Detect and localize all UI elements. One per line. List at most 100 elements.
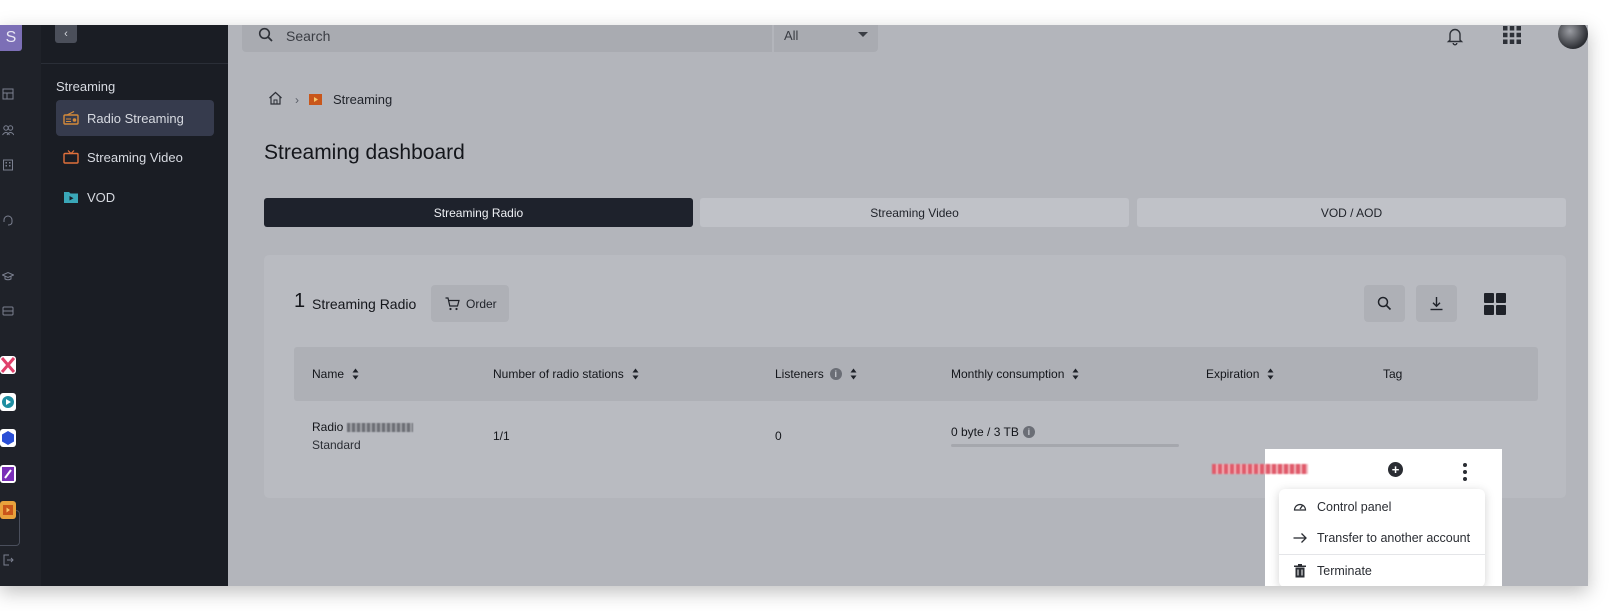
- consumption-progress-bar: [951, 444, 1179, 447]
- search-input[interactable]: Search: [242, 25, 772, 52]
- add-tag-button[interactable]: +: [1388, 462, 1403, 477]
- vod-icon: [63, 190, 79, 204]
- column-label: Listeners: [775, 367, 824, 381]
- menu-item-control-panel[interactable]: Control panel: [1279, 491, 1485, 523]
- cart-icon: [445, 296, 460, 311]
- search-scope-select[interactable]: All: [774, 25, 878, 52]
- top-bar: Search All: [228, 25, 1588, 63]
- redacted-expiration-date: [1212, 464, 1308, 474]
- streaming-icon: [309, 94, 322, 105]
- app-shortcut-blue-icon[interactable]: [0, 429, 16, 447]
- logout-icon[interactable]: [2, 554, 14, 566]
- home-icon[interactable]: [268, 91, 283, 108]
- sidebar-section-title: Streaming: [56, 79, 116, 94]
- menu-item-label: Terminate: [1317, 564, 1372, 578]
- column-expiration[interactable]: Expiration: [1206, 367, 1274, 381]
- server-icon[interactable]: [2, 305, 14, 317]
- search-icon: [1377, 296, 1392, 311]
- menu-item-transfer[interactable]: Transfer to another account: [1279, 522, 1485, 554]
- tv-icon: [63, 150, 79, 164]
- column-label: Name: [312, 367, 345, 381]
- column-name[interactable]: Name: [312, 367, 359, 381]
- export-button[interactable]: [1416, 285, 1457, 322]
- column-listeners[interactable]: Listeners i: [775, 367, 857, 381]
- search-icon: [258, 27, 274, 43]
- grid-view-icon[interactable]: [1484, 293, 1506, 315]
- sidebar-item-vod[interactable]: VOD: [56, 179, 214, 215]
- tab-streaming-radio[interactable]: Streaming Radio: [264, 198, 693, 227]
- graduation-icon[interactable]: [1, 270, 15, 282]
- tab-streaming-video[interactable]: Streaming Video: [700, 198, 1129, 227]
- column-label: Number of radio stations: [493, 367, 624, 381]
- info-icon[interactable]: i: [1022, 426, 1035, 438]
- service-name: Radio: [312, 420, 344, 434]
- tab-vod-aod[interactable]: VOD / AOD: [1137, 198, 1566, 227]
- sidebar-item-label: VOD: [87, 189, 116, 205]
- row-plan: Standard: [312, 438, 361, 452]
- info-icon[interactable]: i: [829, 368, 842, 380]
- app-logo[interactable]: S: [0, 25, 22, 51]
- column-consumption[interactable]: Monthly consumption: [951, 367, 1079, 381]
- order-label: Order: [466, 296, 497, 311]
- sort-icon: [850, 368, 857, 380]
- column-label: Monthly consumption: [951, 367, 1065, 381]
- search-placeholder: Search: [286, 28, 331, 44]
- sort-icon: [632, 368, 639, 380]
- caret-down-icon: [858, 32, 868, 37]
- menu-item-label: Control panel: [1317, 500, 1392, 514]
- sort-icon: [352, 368, 359, 380]
- redacted-name: [347, 423, 414, 433]
- sidebar: ‹ Streaming Radio Streaming Streaming Vi…: [41, 25, 228, 586]
- row-stations: 1/1: [493, 429, 510, 443]
- app-shortcut-purple-icon[interactable]: [0, 465, 16, 483]
- download-icon: [1430, 297, 1443, 311]
- dashboard-icon[interactable]: [2, 88, 14, 100]
- chevron-left-icon: ‹: [64, 28, 68, 40]
- card-title: Streaming Radio: [312, 296, 417, 312]
- column-tag: Tag: [1383, 367, 1402, 381]
- sort-icon: [1072, 368, 1079, 380]
- column-stations[interactable]: Number of radio stations: [493, 367, 639, 381]
- app-shortcut-teal-icon[interactable]: [0, 393, 16, 411]
- users-icon[interactable]: [2, 124, 15, 136]
- row-listeners: 0: [775, 429, 782, 443]
- avatar[interactable]: [1558, 25, 1588, 49]
- chevron-right-icon: ›: [295, 92, 299, 107]
- sidebar-divider: [41, 63, 228, 64]
- sidebar-item-label: Radio Streaming: [87, 110, 184, 126]
- page-title: Streaming dashboard: [264, 141, 465, 164]
- service-count: 1: [294, 290, 306, 312]
- scope-value: All: [784, 28, 799, 43]
- table-search-button[interactable]: [1364, 285, 1405, 322]
- support-icon[interactable]: [2, 214, 14, 226]
- row-name[interactable]: Radio: [312, 420, 414, 434]
- more-actions-icon[interactable]: [1462, 463, 1468, 483]
- row-context-menu: Control panel Transfer to another accoun…: [1279, 489, 1485, 586]
- sort-icon: [1267, 368, 1274, 380]
- column-label: Tag: [1383, 367, 1403, 381]
- collapse-sidebar-button[interactable]: ‹: [55, 25, 77, 43]
- consumption-value: 0 byte / 3 TB: [951, 425, 1019, 439]
- sidebar-item-label: Streaming Video: [87, 149, 183, 165]
- radio-icon: [63, 110, 79, 125]
- sidebar-item-streaming-video[interactable]: Streaming Video: [56, 139, 214, 175]
- menu-item-terminate[interactable]: Terminate: [1279, 555, 1485, 586]
- column-label: Expiration: [1206, 367, 1260, 381]
- apps-grid-icon[interactable]: [1503, 26, 1521, 44]
- app-shortcut-streaming-icon[interactable]: [0, 501, 16, 519]
- order-button[interactable]: Order: [431, 285, 509, 322]
- breadcrumb: › Streaming: [268, 91, 392, 108]
- gauge-icon: [1293, 503, 1307, 511]
- table-header: Name Number of radio stations Listeners …: [294, 347, 1538, 401]
- arrow-right-icon: [1293, 533, 1307, 543]
- building-icon[interactable]: [2, 159, 14, 171]
- app-window: S ‹ Streaming Radio Streaming Streaming …: [0, 25, 1588, 586]
- breadcrumb-current: Streaming: [333, 92, 393, 107]
- app-shortcut-pink-icon[interactable]: [0, 356, 16, 374]
- app-rail: S: [0, 25, 41, 586]
- row-consumption: 0 byte / 3 TB i: [951, 425, 1035, 439]
- trash-icon: [1294, 564, 1306, 578]
- bell-icon[interactable]: [1446, 26, 1464, 46]
- menu-item-label: Transfer to another account: [1317, 531, 1471, 545]
- sidebar-item-radio-streaming[interactable]: Radio Streaming: [56, 100, 214, 136]
